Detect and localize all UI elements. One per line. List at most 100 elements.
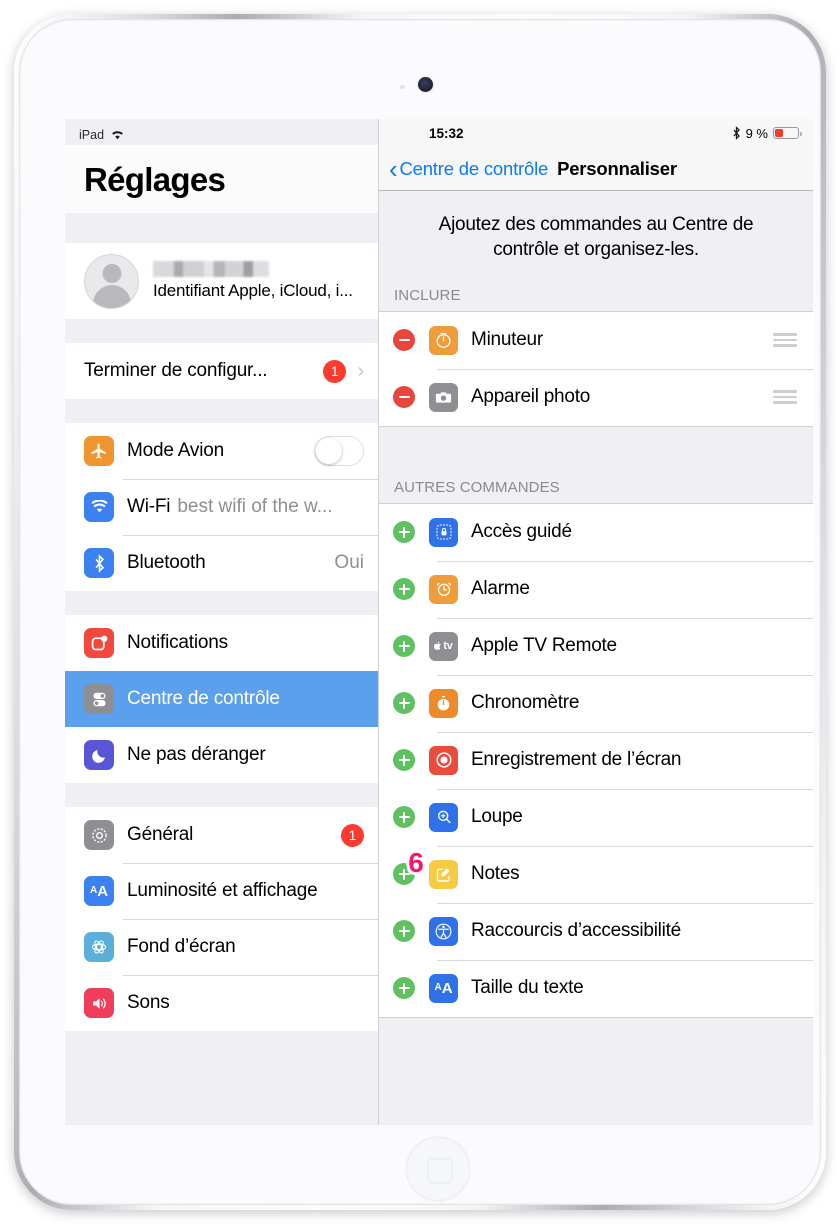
chevron-left-icon: ‹ <box>389 153 398 184</box>
intro-text: Ajoutez des commandes au Centre de contr… <box>438 214 754 261</box>
guided-access-lock-icon <box>429 517 458 547</box>
add-button[interactable] <box>393 920 415 943</box>
control-row-stopwatch[interactable]: Chronomètre <box>379 674 813 732</box>
home-button[interactable] <box>406 1137 470 1201</box>
include-group: Minuteur Appareil photo <box>379 310 813 427</box>
annotation-marker-6: 6 <box>408 847 424 878</box>
wifi-network-name: best wifi of the w... <box>177 496 333 517</box>
control-row-magnifier[interactable]: Loupe <box>379 788 813 846</box>
control-label: Accès guidé <box>471 521 572 543</box>
sidebar-item-label: Bluetooth <box>127 552 206 573</box>
sidebar-item-label: Fond d’écran <box>127 936 236 957</box>
bluetooth-icon <box>732 126 741 140</box>
sidebar-item-finish-setup[interactable]: Terminer de configur... 1 › <box>65 343 378 399</box>
sidebar-item-sounds[interactable]: Sons <box>65 975 378 1031</box>
front-camera <box>418 77 433 92</box>
add-button[interactable] <box>393 692 415 715</box>
add-button[interactable] <box>393 578 415 601</box>
add-button[interactable] <box>393 635 415 658</box>
back-button[interactable]: ‹ Centre de contrôle <box>389 156 548 182</box>
control-label: Minuteur <box>471 329 543 351</box>
control-label: Raccourcis d’accessibilité <box>471 920 681 942</box>
control-row-notes[interactable]: Notes <box>379 845 813 903</box>
sidebar-item-label: Ne pas déranger <box>127 744 266 765</box>
text-size-icon: AA <box>429 973 458 1003</box>
device-label: iPad <box>79 127 105 142</box>
reorder-handle[interactable] <box>773 333 797 347</box>
control-label: Notes <box>471 863 520 885</box>
ipad-device-frame: iPad Réglages Identifiant Apple, iCloud,… <box>14 14 826 1210</box>
add-button[interactable] <box>393 806 415 829</box>
control-row-camera[interactable]: Appareil photo <box>379 368 813 426</box>
control-row-guided-access[interactable]: Accès guidé <box>379 503 813 561</box>
sidebar-item-wifi[interactable]: Wi-Fi best wifi of the w... <box>65 479 378 535</box>
remove-button[interactable] <box>393 386 415 409</box>
control-row-accessibility-shortcuts[interactable]: Raccourcis d’accessibilité <box>379 902 813 960</box>
section-header-other-controls: AUTRES COMMANDES <box>394 478 560 496</box>
remove-button[interactable] <box>393 329 415 352</box>
magnifier-icon <box>429 802 458 832</box>
control-row-screen-recording[interactable]: Enregistrement de l’écran <box>379 731 813 789</box>
sidebar-item-label: Wi-Fi <box>127 496 171 517</box>
sidebar-item-label: Sons <box>127 992 170 1013</box>
control-label: Alarme <box>471 578 530 600</box>
bluetooth-value: Oui <box>334 552 364 573</box>
add-button[interactable] <box>393 977 415 1000</box>
control-label: Enregistrement de l’écran <box>471 749 682 771</box>
account-name-redacted <box>153 261 269 277</box>
add-button[interactable] <box>393 749 415 772</box>
control-label: Appareil photo <box>471 386 591 408</box>
sidebar-item-control-center[interactable]: Centre de contrôle <box>65 671 378 727</box>
sidebar-item-label: Notifications <box>127 632 228 653</box>
ipad-bezel: iPad Réglages Identifiant Apple, iCloud,… <box>19 19 821 1205</box>
status-time: 15:32 <box>429 125 464 141</box>
sidebar-item-label: Général <box>127 824 194 845</box>
sidebar-item-display-brightness[interactable]: AA Luminosité et affichage <box>65 863 378 919</box>
stopwatch-icon <box>429 688 458 718</box>
control-row-apple-tv-remote[interactable]: tv Apple TV Remote <box>379 617 813 675</box>
moon-icon <box>84 740 114 770</box>
screen-record-icon <box>429 745 458 775</box>
control-label: Apple TV Remote <box>471 635 617 657</box>
sidebar-group-connectivity: Mode Avion Wi-Fi best wifi of the w... B… <box>65 423 378 591</box>
camera-icon <box>429 382 458 412</box>
ipad-screen: iPad Réglages Identifiant Apple, iCloud,… <box>65 119 813 1125</box>
account-group: Identifiant Apple, iCloud, i... <box>65 243 378 319</box>
back-button-label: Centre de contrôle <box>399 157 549 179</box>
sidebar-group-general: Général 1 AA Luminosité et affichage Fon… <box>65 807 378 1031</box>
control-row-alarm[interactable]: Alarme <box>379 560 813 618</box>
page-title: Réglages <box>65 145 378 213</box>
nav-title: Personnaliser <box>557 157 677 179</box>
sidebar-item-do-not-disturb[interactable]: Ne pas déranger <box>65 727 378 783</box>
settings-sidebar: iPad Réglages Identifiant Apple, iCloud,… <box>65 119 378 1125</box>
bluetooth-icon <box>84 548 114 578</box>
reorder-handle[interactable] <box>773 390 797 404</box>
timer-icon <box>429 325 458 355</box>
status-badge: 1 <box>323 359 347 383</box>
alarm-clock-icon <box>429 574 458 604</box>
wifi-icon <box>110 129 125 140</box>
control-row-timer[interactable]: Minuteur <box>379 311 813 369</box>
section-gap <box>379 426 813 473</box>
control-center-icon <box>84 684 114 714</box>
sidebar-item-wallpaper[interactable]: Fond d’écran <box>65 919 378 975</box>
apple-account-row[interactable]: Identifiant Apple, iCloud, i... <box>65 243 378 319</box>
sidebar-item-general[interactable]: Général 1 <box>65 807 378 863</box>
airplane-mode-toggle[interactable] <box>314 436 364 466</box>
sidebar-item-airplane-mode[interactable]: Mode Avion <box>65 423 378 479</box>
sidebar-gap <box>65 319 378 343</box>
avatar <box>84 253 139 309</box>
navigation-bar: ‹ Centre de contrôle Personnaliser <box>379 147 813 191</box>
add-button[interactable] <box>393 521 415 544</box>
sidebar-gap <box>65 591 378 615</box>
control-label: Chronomètre <box>471 692 580 714</box>
sidebar-item-label: Terminer de configur... <box>84 360 268 381</box>
left-status-bar: iPad <box>65 119 378 145</box>
text-size-icon: AA <box>84 876 114 906</box>
sidebar-item-label: Luminosité et affichage <box>127 880 318 901</box>
other-controls-group: Accès guidé Alarme tv Apple TV Remote Ch… <box>379 502 813 1018</box>
airplane-icon <box>84 436 114 466</box>
sidebar-item-notifications[interactable]: Notifications <box>65 615 378 671</box>
sidebar-item-bluetooth[interactable]: Bluetooth Oui <box>65 535 378 591</box>
control-row-text-size[interactable]: AA Taille du texte <box>379 959 813 1017</box>
